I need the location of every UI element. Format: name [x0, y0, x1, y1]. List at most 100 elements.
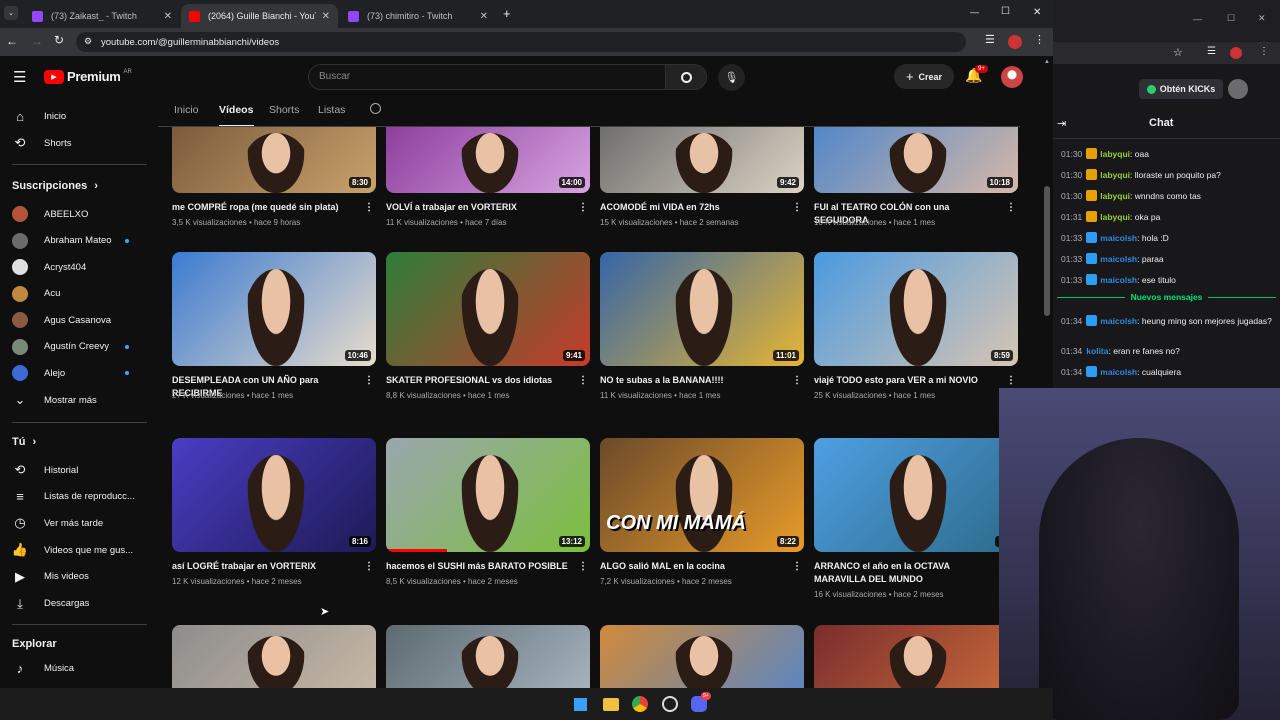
tab-title: (2064) Guille Bianchi - YouTube: [208, 11, 316, 21]
meta-separator: •: [460, 391, 468, 400]
video-title[interactable]: SKATER PROFESIONAL vs dos idiotas: [386, 374, 574, 387]
chat-username[interactable]: labyqui: [1100, 212, 1130, 222]
chat-username[interactable]: maicolsh: [1100, 233, 1137, 243]
forward-arrow-icon[interactable]: →: [31, 34, 43, 48]
scrollbar-thumb[interactable]: [1044, 186, 1050, 316]
browser-tab-twitch-chimitiro[interactable]: (73) chimitiro - Twitch ✕: [340, 4, 496, 28]
site-settings-icon[interactable]: ⚙: [84, 36, 92, 47]
video-thumbnail[interactable]: 8:16: [172, 438, 376, 552]
video-title[interactable]: NO te subas a la BANANA!!!!: [600, 374, 788, 387]
chat-username[interactable]: kolita: [1086, 346, 1108, 356]
scroll-up-arrow-icon[interactable]: ▲: [1044, 59, 1050, 65]
video-thumbnail[interactable]: 9:42: [600, 122, 804, 193]
chat-username[interactable]: maicolsh: [1100, 367, 1137, 377]
message-timestamp: 01:30: [1061, 149, 1083, 159]
video-thumbnail[interactable]: 8:30: [172, 122, 376, 193]
new-tab-button[interactable]: +: [503, 6, 511, 21]
video-thumbnail[interactable]: 14:00: [386, 122, 590, 193]
video-options-icon[interactable]: ⋮: [792, 375, 802, 386]
video-thumbnail[interactable]: 10:46: [172, 252, 376, 366]
video-title[interactable]: me COMPRÉ ropa (me quedé sin plata): [172, 201, 360, 214]
browser-menu-icon[interactable]: ⋮: [1034, 33, 1045, 46]
video-options-icon[interactable]: ⋮: [364, 561, 374, 572]
message-timestamp: 01:34: [1061, 367, 1083, 377]
video-options-icon[interactable]: ⋮: [364, 375, 374, 386]
video-thumbnail[interactable]: [172, 625, 376, 688]
video-options-icon[interactable]: ⋮: [364, 202, 374, 213]
close-window-button[interactable]: ✕: [1258, 13, 1266, 24]
profile-avatar[interactable]: [1230, 47, 1242, 59]
video-options-icon[interactable]: ⋮: [578, 375, 588, 386]
chat-username[interactable]: labyqui: [1100, 170, 1130, 180]
profile-avatar[interactable]: [1008, 35, 1022, 49]
webcam-overlay: [999, 388, 1280, 720]
video-title[interactable]: ARRANCO el año en la OCTAVA MARAVILLA DE…: [814, 560, 1002, 586]
close-tab-icon[interactable]: ✕: [164, 11, 172, 22]
video-title[interactable]: viajé TODO esto para VER a mi NOVIO: [814, 374, 1002, 387]
video-title[interactable]: VOLVÍ a trabajar en VORTERIX: [386, 201, 574, 214]
view-count: 11 K visualizaciones: [600, 391, 672, 400]
close-tab-icon[interactable]: ✕: [322, 11, 330, 22]
close-window-button[interactable]: ✕: [1033, 7, 1041, 18]
chat-message: 01:34 maicolsh: heung ming son mejores ju…: [1061, 315, 1273, 328]
minimize-button[interactable]: —: [1193, 14, 1202, 24]
get-kicks-button[interactable]: Obtén KICKs: [1139, 79, 1223, 99]
video-title[interactable]: ALGO salió MAL en la cocina: [600, 560, 788, 573]
twitch-user-avatar[interactable]: [1228, 79, 1248, 99]
browser-tab-twitch-zaikast[interactable]: (73) Zaikast_ - Twitch ✕: [24, 4, 180, 28]
channel-search-icon[interactable]: [370, 103, 381, 114]
chat-username[interactable]: maicolsh: [1100, 254, 1137, 264]
extensions-icon[interactable]: ☰: [985, 33, 995, 46]
chat-username[interactable]: maicolsh: [1100, 275, 1137, 285]
chat-username[interactable]: labyqui: [1100, 191, 1130, 201]
chat-username[interactable]: labyqui: [1100, 149, 1130, 159]
extensions-icon[interactable]: ☰: [1207, 46, 1216, 57]
video-thumbnail[interactable]: 9:41: [386, 252, 590, 366]
video-thumbnail[interactable]: 8:59: [814, 252, 1018, 366]
video-metadata: 10 K visualizaciones • hace 1 mes: [814, 218, 935, 227]
video-duration: 9:41: [562, 350, 585, 361]
chrome-icon[interactable]: [632, 696, 648, 712]
address-bar[interactable]: ⚙ youtube.com/@guillerminabbianchi/video…: [76, 32, 966, 52]
close-tab-icon[interactable]: ✕: [480, 11, 488, 22]
video-thumbnail[interactable]: 10:18: [814, 122, 1018, 193]
video-thumbnail[interactable]: [814, 625, 1018, 688]
bookmark-star-icon[interactable]: ☆: [1173, 46, 1183, 59]
tab-videos[interactable]: Vídeos: [219, 104, 253, 116]
tab-shorts[interactable]: Shorts: [269, 104, 299, 116]
minimize-button[interactable]: —: [970, 7, 979, 17]
message-text: lloraste un poquito pa?: [1134, 170, 1221, 180]
chat-username[interactable]: maicolsh: [1100, 316, 1137, 326]
video-title[interactable]: así LOGRÉ trabajar en VORTERIX: [172, 560, 360, 573]
video-options-icon[interactable]: ⋮: [1006, 202, 1016, 213]
tab-inicio[interactable]: Inicio: [174, 104, 199, 116]
browser-tab-youtube[interactable]: (2064) Guille Bianchi - YouTube ✕: [181, 4, 338, 28]
video-options-icon[interactable]: ⋮: [578, 202, 588, 213]
maximize-button[interactable]: ☐: [1227, 13, 1235, 24]
reload-icon[interactable]: ↻: [54, 33, 64, 47]
message-text: paraa: [1141, 254, 1164, 264]
browser-menu-icon[interactable]: ⋮: [1259, 46, 1269, 57]
video-duration: 10:18: [986, 177, 1013, 188]
maximize-button[interactable]: ☐: [1001, 6, 1010, 17]
tab-listas[interactable]: Listas: [318, 104, 345, 116]
video-options-icon[interactable]: ⋮: [1006, 375, 1016, 386]
video-thumbnail[interactable]: 13:12: [386, 438, 590, 552]
twitch-address-bar[interactable]: ☆ ☰ ⋮: [1053, 42, 1280, 64]
video-thumbnail[interactable]: 12:: [814, 438, 1018, 552]
video-thumbnail[interactable]: 11:01: [600, 252, 804, 366]
obs-icon[interactable]: [662, 696, 678, 712]
windows-start-icon[interactable]: [573, 697, 588, 712]
video-title[interactable]: ACOMODÉ mi VIDA en 72hs: [600, 201, 788, 214]
video-thumbnail[interactable]: CON MI MAMÁ 8:22: [600, 438, 804, 552]
tab-search-button[interactable]: ⌄: [4, 6, 18, 20]
video-options-icon[interactable]: ⋮: [792, 202, 802, 213]
file-explorer-icon[interactable]: [603, 698, 619, 711]
video-title[interactable]: hacemos el SUSHI más BARATO POSIBLE: [386, 560, 574, 573]
video-options-icon[interactable]: ⋮: [578, 561, 588, 572]
back-arrow-icon[interactable]: ←: [6, 34, 18, 48]
video-thumbnail[interactable]: [600, 625, 804, 688]
collapse-chat-icon[interactable]: ⇥: [1057, 117, 1066, 130]
video-thumbnail[interactable]: [386, 625, 590, 688]
video-options-icon[interactable]: ⋮: [792, 561, 802, 572]
